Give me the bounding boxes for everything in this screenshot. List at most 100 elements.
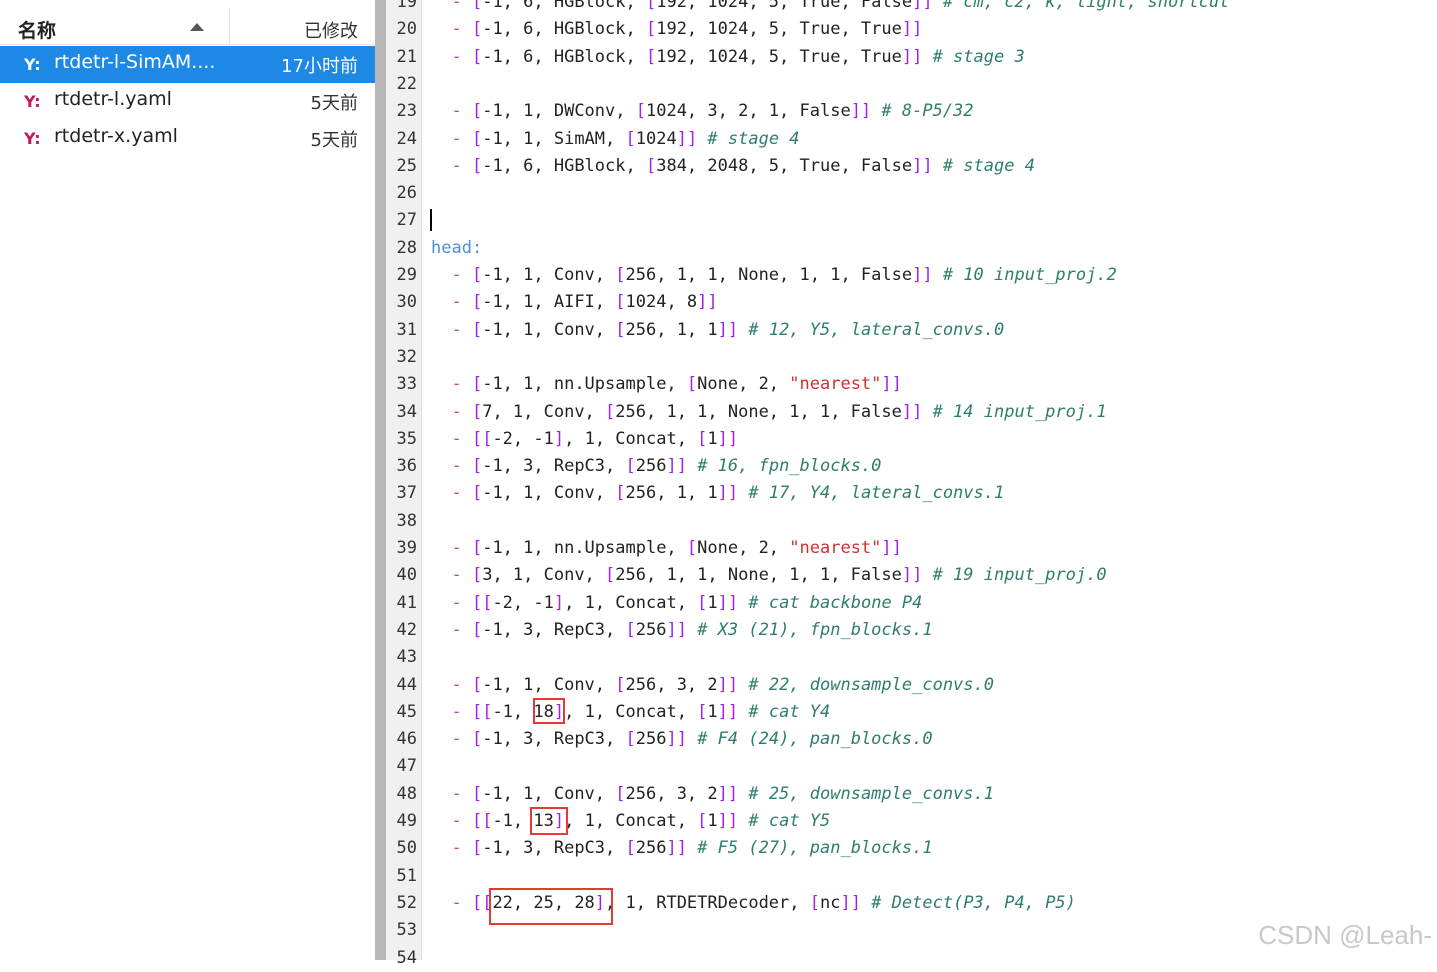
code-token: [ [471,0,483,12]
code-token: 3, 1, Conv, [482,565,606,585]
line-number: 31 [396,320,417,340]
file-row[interactable]: Y: rtdetr-l.yaml 5天前 [0,83,375,120]
code-token: [ [697,593,708,613]
code-token: # cm, c2, k, light, shortcut [932,0,1230,12]
code-token: ]] [717,483,739,503]
code-token: 1 [707,702,718,722]
code-line[interactable]: - [-1, 1, Conv, [256, 1, 1, None, 1, 1, … [431,262,1116,289]
code-token: -1, 1, DWConv, [482,101,636,121]
code-line[interactable]: - [-1, 1, Conv, [256, 1, 1]] # 12, Y5, l… [431,317,1004,344]
line-number: 47 [396,756,417,776]
code-token: [ [471,838,483,858]
code-token: # 22, downsample_convs.0 [738,675,994,695]
code-token: 256 [635,620,667,640]
code-line[interactable]: - [-1, 6, HGBlock, [192, 1024, 5, True, … [431,16,922,43]
line-number: 36 [396,456,417,476]
code-token: - [431,156,472,176]
code-token: ]] [676,129,698,149]
code-token: 256, 3, 2 [625,784,718,804]
code-token: 192, 1024, 5, True, True [656,19,902,39]
code-line[interactable]: - [-1, 1, AIFI, [1024, 8]] [431,289,717,316]
code-line[interactable]: - [-1, 1, SimAM, [1024]] # stage 4 [431,126,799,153]
code-token: "nearest" [789,538,882,558]
code-token: [ [686,538,698,558]
code-line[interactable]: - [-1, 3, RepC3, [256]] # F5 (27), pan_b… [431,835,932,862]
code-token: # 14 input_proj.1 [922,402,1107,422]
code-line[interactable]: - [[-1, 13], 1, Concat, [1]] # cat Y5 [431,808,830,835]
code-token: - [431,101,472,121]
line-number: 53 [396,920,417,940]
code-token: ]] [717,429,739,449]
code-token: ]] [717,320,739,340]
code-token: ]] [901,565,923,585]
code-token: -2, -1 [492,593,554,613]
code-line[interactable]: - [-1, 3, RepC3, [256]] # X3 (21), fpn_b… [431,617,933,644]
code-token: - [431,620,472,640]
code-token: [ [625,129,636,149]
file-list-header: 名称 已修改 [0,8,375,45]
code-token: -1, 1, SimAM, [482,129,626,149]
code-token: [ [615,292,626,312]
file-name: rtdetr-l.yaml [54,88,172,110]
code-token: [[ [471,811,493,831]
modified-column-header[interactable]: 已修改 [304,17,358,43]
line-number: 41 [396,593,417,613]
code-token: -1, 1, nn.Upsample, [482,374,687,394]
code-token: # X3 (21), fpn_blocks.1 [686,620,933,640]
code-line[interactable]: - [7, 1, Conv, [256, 1, 1, None, 1, 1, F… [431,399,1107,426]
code-token: - [431,702,472,722]
code-token: [ [471,538,483,558]
name-column-header[interactable]: 名称 [18,16,56,43]
splitter-scrollbar[interactable] [375,0,386,960]
code-token: [ [697,702,708,722]
code-token: 7, 1, Conv, [482,402,606,422]
code-token: - [431,402,472,422]
code-line[interactable]: - [-1, 1, Conv, [256, 3, 2]] # 22, downs… [431,672,994,699]
code-token: - [431,838,472,858]
code-token: # stage 3 [922,47,1025,67]
code-line[interactable]: - [-1, 6, HGBlock, [192, 1024, 5, True, … [431,0,1229,16]
code-line[interactable]: - [-1, 6, HGBlock, [192, 1024, 5, True, … [431,44,1025,71]
code-token: [ [471,292,483,312]
code-line[interactable]: head: [431,235,482,262]
code-token: [ [471,265,483,285]
code-line[interactable]: - [3, 1, Conv, [256, 1, 1, None, 1, 1, F… [431,562,1106,589]
code-editor[interactable]: - [-1, 6, HGBlock, [192, 1024, 5, True, … [422,0,1437,960]
file-row-selected[interactable]: Y: rtdetr-l-SimAM.... 17小时前 [0,46,375,83]
code-line[interactable]: - [[-2, -1], 1, Concat, [1]] # cat backb… [431,590,922,617]
code-token: 1 [707,429,718,449]
highlight-box-13 [530,807,568,835]
code-line[interactable]: - [-1, 1, nn.Upsample, [None, 2, "neares… [431,535,901,562]
code-token: -1, 3, RepC3, [482,620,626,640]
file-row[interactable]: Y: rtdetr-x.yaml 5天前 [0,120,375,157]
code-token: 384, 2048, 5, True, False [656,156,913,176]
code-token: [[ [471,702,493,722]
line-number: 45 [396,702,417,722]
code-token: - [431,729,472,749]
code-line[interactable]: - [-1, 6, HGBlock, [384, 2048, 5, True, … [431,153,1034,180]
column-divider[interactable] [229,8,230,44]
code-token: 256, 1, 1 [625,483,718,503]
code-line[interactable]: - [-1, 1, DWConv, [1024, 3, 2, 1, False]… [431,98,973,125]
code-token: # cat backbone P4 [738,593,923,613]
code-line[interactable]: - [-1, 3, RepC3, [256]] # 16, fpn_blocks… [431,453,881,480]
code-line[interactable]: - [-1, 1, nn.Upsample, [None, 2, "neares… [431,371,901,398]
code-line[interactable]: - [-1, 1, Conv, [256, 1, 1]] # 17, Y4, l… [431,480,1004,507]
code-token: - [431,47,472,67]
line-number: 48 [396,784,417,804]
code-token: [ [645,47,657,67]
code-token: -1, 1, AIFI, [482,292,616,312]
code-token: ]] [850,101,872,121]
code-line[interactable]: - [-1, 1, Conv, [256, 3, 2]] # 25, downs… [431,781,994,808]
code-token: [ [615,483,626,503]
file-modified-time: 5天前 [310,130,358,151]
code-line[interactable]: - [-1, 3, RepC3, [256]] # F4 (24), pan_b… [431,726,932,753]
code-token: [ [471,19,483,39]
code-line[interactable]: - [[-1, 18], 1, Concat, [1]] # cat Y4 [431,699,830,726]
code-line[interactable]: - [[-2, -1], 1, Concat, [1]] [431,426,738,453]
code-token: - [431,429,472,449]
line-number: 20 [396,19,417,39]
code-token: [ [625,838,636,858]
code-token: [ [471,675,483,695]
sort-ascending-icon[interactable] [190,23,204,31]
